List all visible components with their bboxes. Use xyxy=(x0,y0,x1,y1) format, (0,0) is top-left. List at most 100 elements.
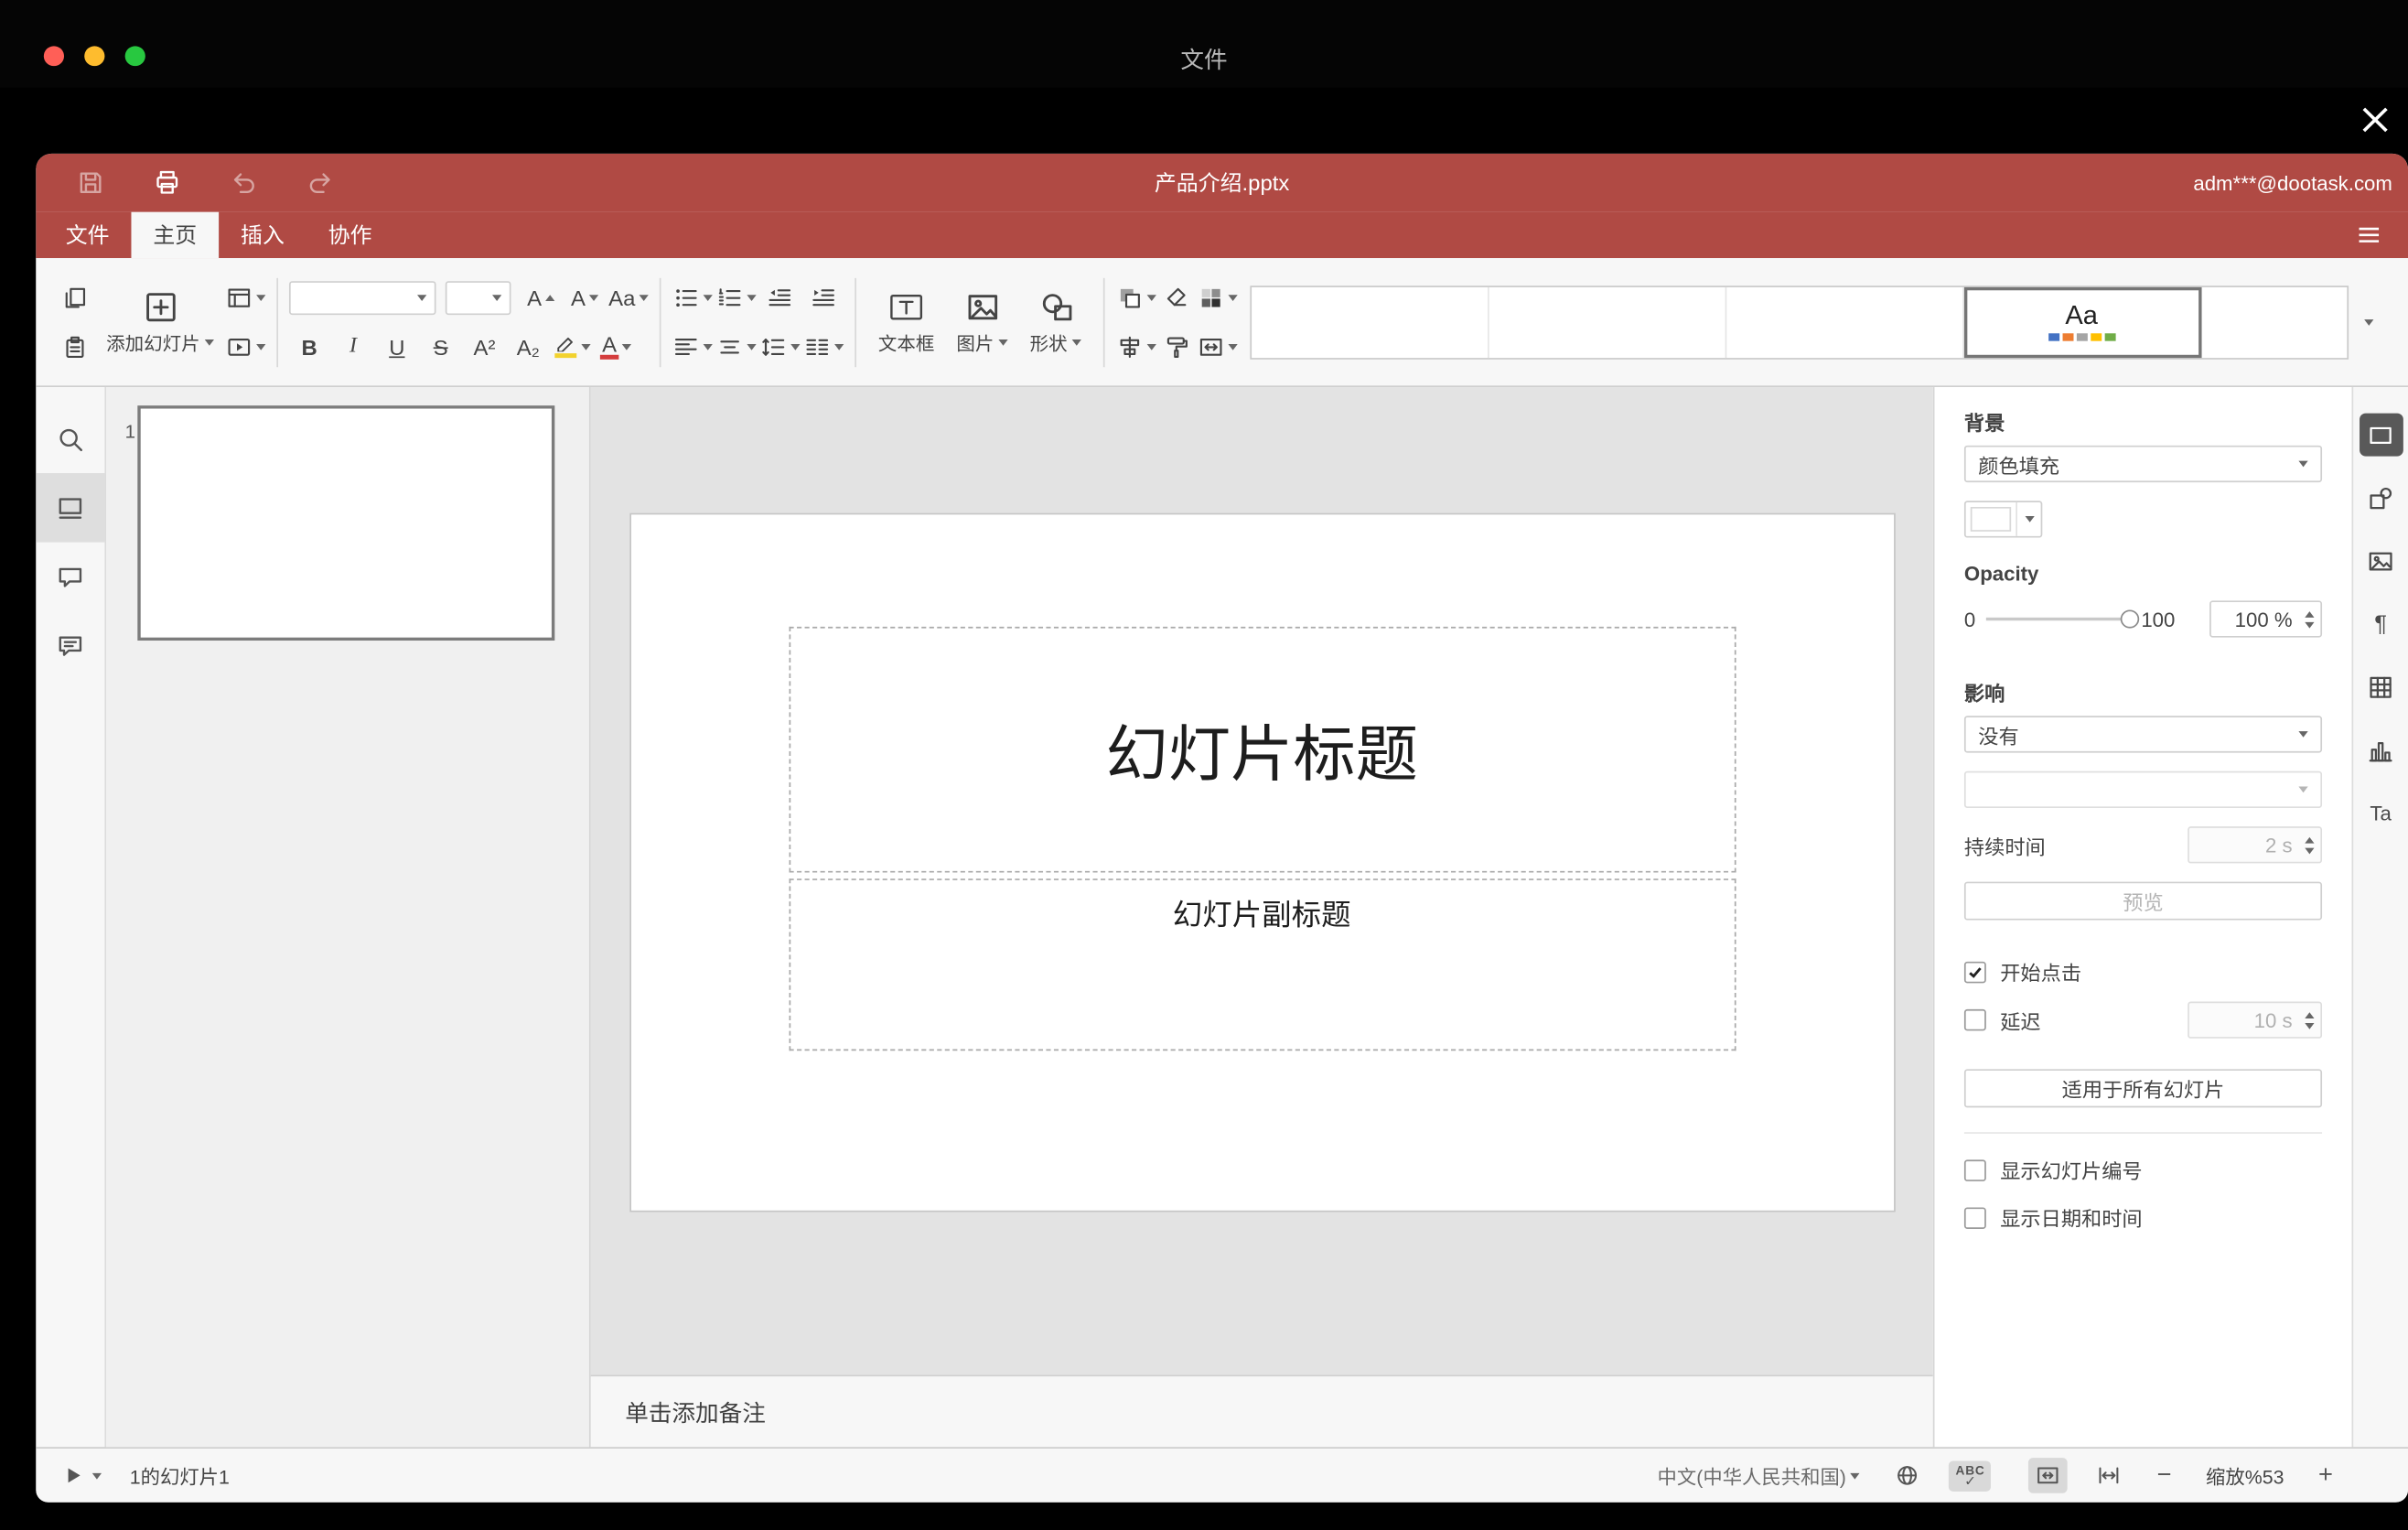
subscript-button[interactable]: A₂ xyxy=(508,327,548,367)
clear-style-button[interactable] xyxy=(1156,277,1197,318)
tab-file[interactable]: 文件 xyxy=(44,212,132,258)
opacity-slider[interactable] xyxy=(1986,609,2140,629)
superscript-button[interactable]: A² xyxy=(464,327,504,367)
horizontal-align-button[interactable] xyxy=(672,327,713,367)
spin-down-icon[interactable] xyxy=(2305,1022,2315,1029)
opacity-slider-knob[interactable] xyxy=(2121,609,2140,629)
add-slide-button[interactable]: 添加幻灯片 xyxy=(95,275,225,370)
vertical-align-button[interactable] xyxy=(715,327,757,367)
tab-home[interactable]: 主页 xyxy=(131,211,220,259)
opacity-input[interactable]: 100 % xyxy=(2209,600,2323,638)
show-slide-number-checkbox[interactable]: 显示幻灯片编号 xyxy=(1963,1155,2322,1184)
textart-settings-button[interactable]: Ta xyxy=(2359,792,2403,835)
tab-insert[interactable]: 插入 xyxy=(219,212,306,258)
spin-down-icon[interactable] xyxy=(2305,846,2315,854)
redo-button[interactable] xyxy=(303,166,338,199)
duration-input[interactable]: 2 s xyxy=(2188,826,2323,864)
tab-collaborate[interactable]: 协作 xyxy=(306,212,394,258)
notes-area[interactable]: 单击添加备注 xyxy=(590,1374,1933,1448)
hamburger-menu-button[interactable] xyxy=(2342,212,2395,258)
slide-title-placeholder[interactable]: 幻灯片标题 xyxy=(788,626,1736,873)
theme-option[interactable] xyxy=(1726,286,1964,358)
change-case-button[interactable]: Aa xyxy=(607,277,649,318)
insert-columns-button[interactable] xyxy=(803,327,844,367)
apply-to-all-button[interactable]: 适用于所有幻灯片 xyxy=(1963,1069,2323,1108)
show-date-time-checkbox[interactable]: 显示日期和时间 xyxy=(1963,1202,2322,1232)
spin-up-icon[interactable] xyxy=(2305,610,2315,618)
close-icon[interactable] xyxy=(2352,98,2399,144)
spin-up-icon[interactable] xyxy=(2305,836,2315,843)
line-spacing-button[interactable] xyxy=(759,327,801,367)
spin-up-icon[interactable] xyxy=(2305,1011,2315,1018)
delay-input[interactable]: 10 s xyxy=(2188,1001,2323,1039)
font-name-combo[interactable] xyxy=(289,280,436,315)
undo-button[interactable] xyxy=(227,166,262,199)
decrease-indent-button[interactable] xyxy=(759,277,800,318)
arrange-shape-button[interactable] xyxy=(1116,277,1157,318)
table-settings-button[interactable] xyxy=(2359,665,2403,708)
delay-checkbox[interactable]: 延迟 xyxy=(1963,1006,2041,1035)
fit-slide-button[interactable] xyxy=(2028,1458,2069,1493)
preview-button[interactable]: 预览 xyxy=(1963,881,2323,921)
bold-button[interactable]: B xyxy=(289,327,329,367)
font-size-combo[interactable] xyxy=(445,280,511,315)
slide-settings-panel: 背景 颜色填充 Opacity 0 100 100 % 影响 没有 持续时间 2… xyxy=(1932,387,2352,1448)
zoom-in-button[interactable]: + xyxy=(2312,1457,2339,1493)
bullets-button[interactable] xyxy=(672,277,713,318)
change-layout-button[interactable] xyxy=(225,277,266,318)
start-slideshow-status-button[interactable] xyxy=(55,1458,108,1493)
strikethrough-button[interactable]: S xyxy=(420,327,460,367)
chevron-down-icon xyxy=(2298,460,2308,468)
zoom-out-button[interactable]: − xyxy=(2151,1457,2178,1493)
increase-font-button[interactable]: A xyxy=(521,277,561,318)
fit-width-button[interactable] xyxy=(2090,1458,2129,1493)
slide[interactable]: 幻灯片标题 幻灯片副标题 xyxy=(630,514,1894,1211)
start-on-click-checkbox[interactable]: 开始点击 xyxy=(1963,957,2322,986)
italic-button[interactable]: I xyxy=(333,327,373,367)
insert-shape-button[interactable]: 形状 xyxy=(1019,275,1092,370)
fill-color-picker[interactable] xyxy=(1963,501,2043,538)
underline-button[interactable]: U xyxy=(377,327,417,367)
decrease-font-button[interactable]: A xyxy=(564,277,605,318)
document-language-button[interactable] xyxy=(1888,1458,1928,1493)
language-selector[interactable]: 中文(中华人民共和国) xyxy=(1651,1456,1866,1494)
effect-type-select[interactable] xyxy=(1963,770,2323,809)
color-schemes-button[interactable] xyxy=(1197,277,1238,318)
print-button[interactable] xyxy=(150,166,185,199)
image-settings-button[interactable] xyxy=(2359,539,2403,582)
chat-sidebar-button[interactable] xyxy=(36,611,104,681)
text-box-button[interactable]: 文本框 xyxy=(867,275,945,370)
slide-canvas[interactable]: 幻灯片标题 幻灯片副标题 xyxy=(590,387,1933,1375)
shape-settings-button[interactable] xyxy=(2359,476,2403,519)
align-shape-button[interactable] xyxy=(1116,327,1157,367)
slide-subtitle-placeholder[interactable]: 幻灯片副标题 xyxy=(788,878,1736,1051)
fill-type-select[interactable]: 颜色填充 xyxy=(1963,445,2323,483)
slide-thumbnail[interactable] xyxy=(137,405,555,641)
slide-settings-button[interactable] xyxy=(2359,413,2403,457)
slide-size-button[interactable] xyxy=(1197,327,1238,367)
font-color-button[interactable]: A xyxy=(596,327,636,367)
paste-button[interactable] xyxy=(55,327,95,367)
search-sidebar-button[interactable] xyxy=(36,404,104,474)
start-slideshow-button[interactable] xyxy=(225,327,266,367)
insert-image-button[interactable]: 图片 xyxy=(945,275,1018,370)
comments-sidebar-button[interactable] xyxy=(36,543,104,612)
increase-indent-button[interactable] xyxy=(803,277,844,318)
font-color-icon: A xyxy=(600,332,618,359)
spin-down-icon[interactable] xyxy=(2305,621,2315,628)
theme-gallery-expand-button[interactable] xyxy=(2349,285,2389,359)
paragraph-settings-button[interactable]: ¶ xyxy=(2359,602,2403,645)
copy-style-button[interactable] xyxy=(1156,327,1197,367)
effect-select[interactable]: 没有 xyxy=(1963,716,2323,753)
highlight-color-button[interactable] xyxy=(552,327,592,367)
theme-option-selected[interactable]: Aa xyxy=(1963,286,2201,358)
copy-button[interactable] xyxy=(55,277,95,318)
numbering-button[interactable] xyxy=(715,277,757,318)
chart-settings-button[interactable] xyxy=(2359,728,2403,771)
theme-option[interactable] xyxy=(2201,286,2348,357)
theme-option[interactable] xyxy=(1252,286,1489,358)
save-button[interactable] xyxy=(73,166,108,199)
theme-option[interactable] xyxy=(1489,286,1726,358)
slides-sidebar-button[interactable] xyxy=(36,473,105,543)
spellcheck-button[interactable]: ABC ✓ xyxy=(1949,1460,1992,1492)
